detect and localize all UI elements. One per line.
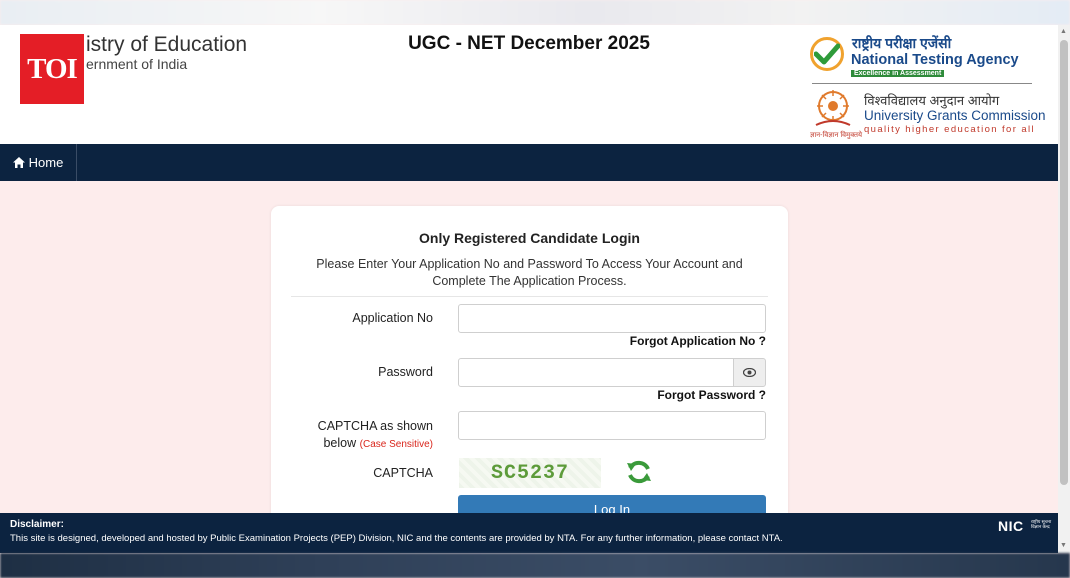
show-password-button[interactable] (733, 358, 766, 387)
scroll-down-arrow[interactable]: ▼ (1060, 542, 1067, 549)
application-no-label: Application No (352, 311, 433, 325)
logo-divider (812, 83, 1032, 84)
nic-subtitle: राष्ट्रीय सूचना विज्ञान केन्द्र (1031, 519, 1052, 529)
forgot-application-no-link[interactable]: Forgot Application No ? (630, 334, 766, 348)
login-subtitle: Please Enter Your Application No and Pas… (316, 257, 743, 288)
captcha-input[interactable] (458, 411, 766, 440)
nta-name: National Testing Agency (851, 52, 1019, 68)
bottom-blur-strip (0, 553, 1070, 578)
captcha-image: SC5237 (459, 458, 601, 488)
password-label: Password (378, 365, 433, 379)
card-divider (291, 296, 768, 297)
refresh-captcha-button[interactable] (625, 458, 653, 486)
ugc-tagline: quality higher education for all (864, 124, 1036, 135)
password-input[interactable] (458, 358, 734, 387)
top-blur-strip (0, 0, 1070, 25)
nta-hindi-name: राष्ट्रीय परीक्षा एजेंसी (852, 35, 952, 51)
nta-tagline: Excellence in Assessment (851, 70, 945, 77)
forgot-password-link[interactable]: Forgot Password ? (657, 388, 766, 402)
nav-home-label: Home (28, 155, 64, 170)
captcha-input-label: CAPTCHA as shown below (Case Sensitive) (271, 418, 433, 453)
login-card: Only Registered Candidate Login Please E… (271, 206, 788, 526)
nta-tick-icon (810, 37, 844, 71)
captcha-label: CAPTCHA (373, 466, 433, 480)
login-title: Only Registered Candidate Login (419, 230, 640, 246)
scroll-up-arrow[interactable]: ▲ (1060, 28, 1067, 35)
ugc-hindi-name: विश्वविद्यालय अनुदान आयोग (864, 93, 1000, 108)
page-header: TOI istry of Education ernment of India … (0, 25, 1058, 144)
ugc-motto: ज्ञान-विज्ञान विमुक्तये (810, 132, 863, 139)
application-no-input[interactable] (458, 304, 766, 333)
captcha-input-label-line2: below (323, 436, 357, 450)
disclaimer-title: Disclaimer: (10, 519, 64, 530)
footer: Disclaimer: This site is designed, devel… (0, 513, 1058, 553)
nav-bar: Home (0, 144, 1058, 181)
disclaimer-text: This site is designed, developed and hos… (10, 533, 783, 544)
page-scrollbar[interactable]: ▲ ▼ (1058, 25, 1070, 553)
eye-icon (743, 368, 756, 377)
refresh-icon (627, 460, 651, 484)
nic-logo: NIC (998, 518, 1024, 534)
ministry-subtitle: ernment of India (86, 56, 188, 72)
case-sensitive-note: (Case Sensitive) (359, 439, 433, 450)
ugc-name: University Grants Commission (864, 108, 1046, 123)
nav-home-link[interactable]: Home (0, 144, 77, 181)
home-icon (12, 157, 25, 168)
ugc-emblem-icon (812, 87, 854, 129)
captcha-input-label-line1: CAPTCHA as shown (317, 419, 433, 433)
scrollbar-thumb[interactable] (1060, 40, 1068, 485)
